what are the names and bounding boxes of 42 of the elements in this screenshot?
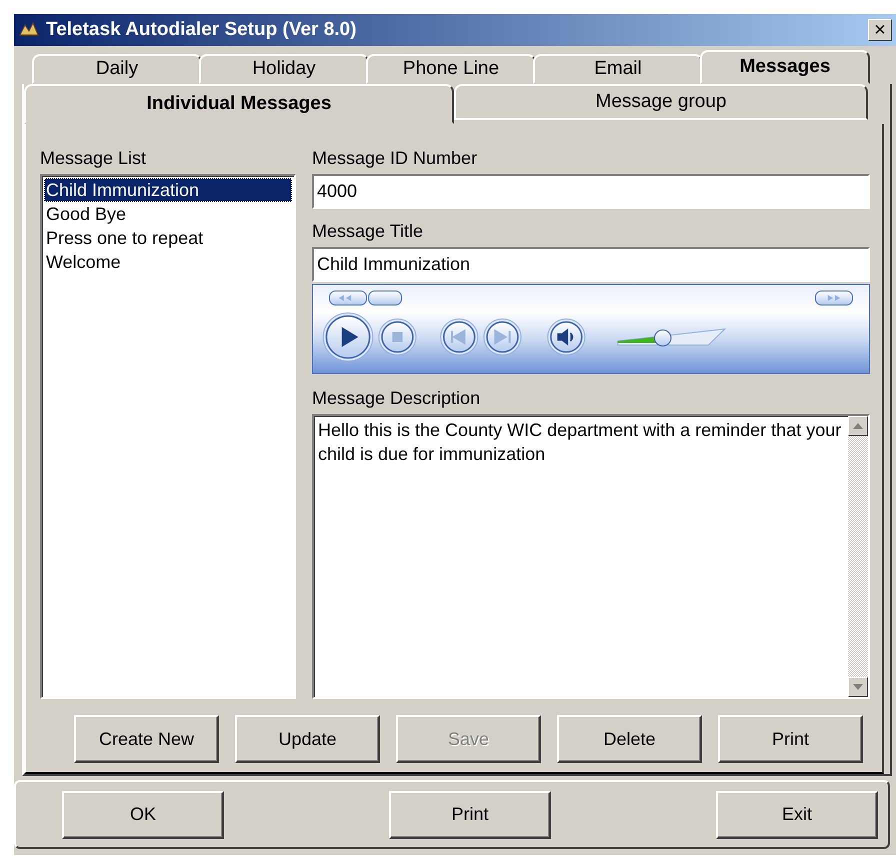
scrollbar[interactable] <box>848 416 868 697</box>
field-label: Message ID Number <box>312 148 478 170</box>
field-label: Message Description <box>312 388 482 410</box>
scroll-up-button[interactable] <box>848 416 868 436</box>
field-label: Message Title <box>312 221 424 243</box>
list-item[interactable]: Welcome <box>44 250 292 274</box>
close-button[interactable]: × <box>868 19 892 41</box>
volume-slider-thumb[interactable] <box>654 330 672 346</box>
up-arrow-icon <box>853 423 863 429</box>
down-arrow-icon <box>853 684 863 690</box>
action-button[interactable]: Delete <box>557 715 702 763</box>
message-list[interactable]: Child Immunization Good Bye Press one to repeat Welcome <box>40 174 296 699</box>
seek-button[interactable] <box>368 290 402 306</box>
list-item[interactable]: Good Bye <box>44 202 292 226</box>
list-item[interactable]: Press one to repeat <box>44 226 292 250</box>
play-button[interactable] <box>322 312 374 362</box>
list-item[interactable]: Child Immunization <box>44 178 292 202</box>
fast-forward-button[interactable] <box>814 290 854 306</box>
tab[interactable]: Email <box>533 54 703 84</box>
action-button[interactable]: Print <box>718 715 863 763</box>
dialog-button[interactable]: Print <box>389 790 551 838</box>
tab[interactable]: Holiday <box>199 54 369 84</box>
scroll-down-button[interactable] <box>848 677 868 697</box>
tab[interactable]: Daily <box>32 54 202 84</box>
rewind-button[interactable] <box>328 290 368 306</box>
description-field[interactable]: Hello this is the County WIC department with a reminder that your child is due for immunization <box>312 414 870 699</box>
volume-button[interactable] <box>547 318 586 356</box>
dialog-button[interactable]: OK <box>62 790 224 838</box>
stop-button[interactable] <box>378 318 416 356</box>
window-title: Teletask Autodialer Setup (Ver 8.0) <box>46 19 358 41</box>
previous-button[interactable] <box>440 318 478 356</box>
tab[interactable]: Individual Messages <box>24 84 454 124</box>
tab[interactable]: Phone Line <box>366 54 536 84</box>
next-button[interactable] <box>483 318 522 356</box>
tab[interactable]: Messages <box>700 50 870 84</box>
action-button[interactable]: Create New <box>74 715 219 763</box>
field-label: Message List <box>40 148 148 170</box>
action-button[interactable]: Update <box>235 715 380 763</box>
tab[interactable]: Message group <box>454 84 868 120</box>
input-field[interactable]: 4000 <box>312 174 870 209</box>
dialog-button[interactable]: Exit <box>716 790 878 838</box>
input-field[interactable]: Child Immunization <box>312 247 870 282</box>
